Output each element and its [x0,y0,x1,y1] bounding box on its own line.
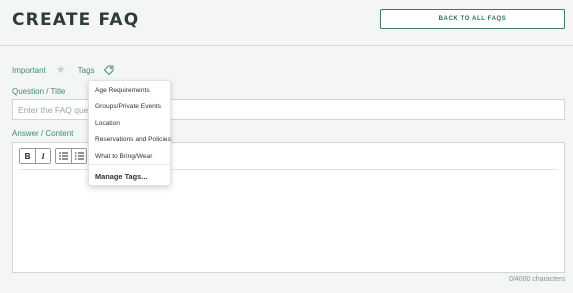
star-icon[interactable]: ★ [56,64,66,76]
question-label: Question / Title [12,87,66,96]
bulleted-list-button[interactable] [56,149,71,163]
page-title: CREATE FAQ [12,10,140,30]
tag-option-groups-private-events[interactable]: Groups/Private Events [95,103,161,110]
text-format-group: B I [19,148,51,164]
tags-label[interactable]: Tags [78,66,95,75]
tag-option-location[interactable]: Location [95,120,120,127]
page-header: CREATE FAQ BACK TO ALL FAQS [0,0,573,46]
tag-option-what-to-bring-wear[interactable]: What to Bring/Wear [95,153,152,160]
meta-row: Important ★ Tags [12,63,115,77]
italic-button[interactable]: I [35,149,50,163]
bulleted-list-icon [59,152,68,160]
numbered-list-button[interactable] [71,149,86,163]
numbered-list-icon [74,152,84,160]
tags-dropdown: Age Requirements Groups/Private Events L… [88,80,171,186]
answer-label: Answer / Content [12,129,74,138]
back-to-all-faqs-button[interactable]: BACK TO ALL FAQS [380,9,565,29]
list-format-group [55,148,87,164]
editor-toolbar: B I [19,148,87,164]
tag-icon[interactable] [103,64,115,76]
tag-option-reservations-and-policies[interactable]: Reservations and Policies [95,136,171,143]
important-label[interactable]: Important [12,66,46,75]
manage-tags-link[interactable]: Manage Tags... [95,172,147,181]
character-count: 0/4000 characters [508,276,565,283]
tag-option-age-requirements[interactable]: Age Requirements [95,87,150,94]
dropdown-divider [89,164,170,165]
bold-button[interactable]: B [20,149,35,163]
